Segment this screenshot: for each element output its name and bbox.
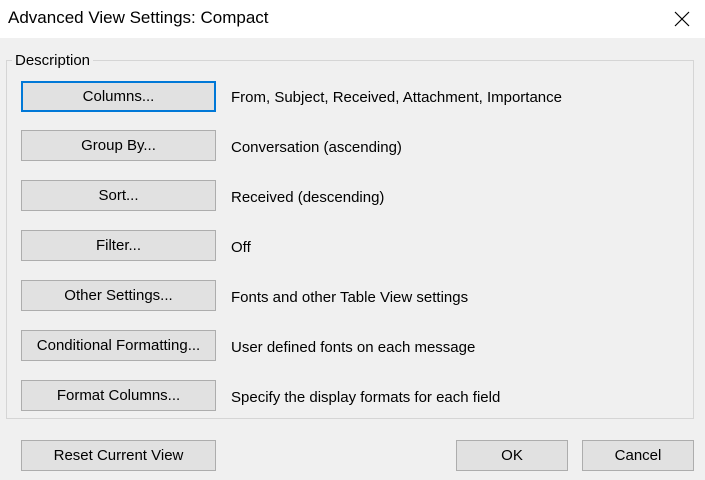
- ok-button[interactable]: OK: [456, 440, 568, 471]
- close-icon: [674, 11, 690, 27]
- format-columns-button[interactable]: Format Columns...: [21, 380, 216, 411]
- sort-button[interactable]: Sort...: [21, 180, 216, 211]
- other-settings-description: Fonts and other Table View settings: [231, 289, 469, 306]
- columns-button[interactable]: Columns...: [21, 81, 216, 112]
- close-button[interactable]: [659, 0, 705, 38]
- group-by-button[interactable]: Group By...: [21, 130, 216, 161]
- group-by-description: Conversation (ascending): [231, 139, 402, 156]
- sort-description: Received (descending): [231, 189, 385, 206]
- reset-current-view-button[interactable]: Reset Current View: [21, 440, 216, 471]
- filter-description: Off: [231, 239, 251, 256]
- format-columns-description: Specify the display formats for each fie…: [231, 389, 501, 406]
- conditional-formatting-description: User defined fonts on each message: [231, 339, 476, 356]
- other-settings-button[interactable]: Other Settings...: [21, 280, 216, 311]
- title-bar: Advanced View Settings: Compact: [0, 0, 705, 38]
- filter-button[interactable]: Filter...: [21, 230, 216, 261]
- groupbox-label: Description: [12, 52, 94, 69]
- cancel-button[interactable]: Cancel: [582, 440, 694, 471]
- columns-description: From, Subject, Received, Attachment, Imp…: [231, 89, 562, 106]
- conditional-formatting-button[interactable]: Conditional Formatting...: [21, 330, 216, 361]
- dialog-title: Advanced View Settings: Compact: [8, 8, 269, 27]
